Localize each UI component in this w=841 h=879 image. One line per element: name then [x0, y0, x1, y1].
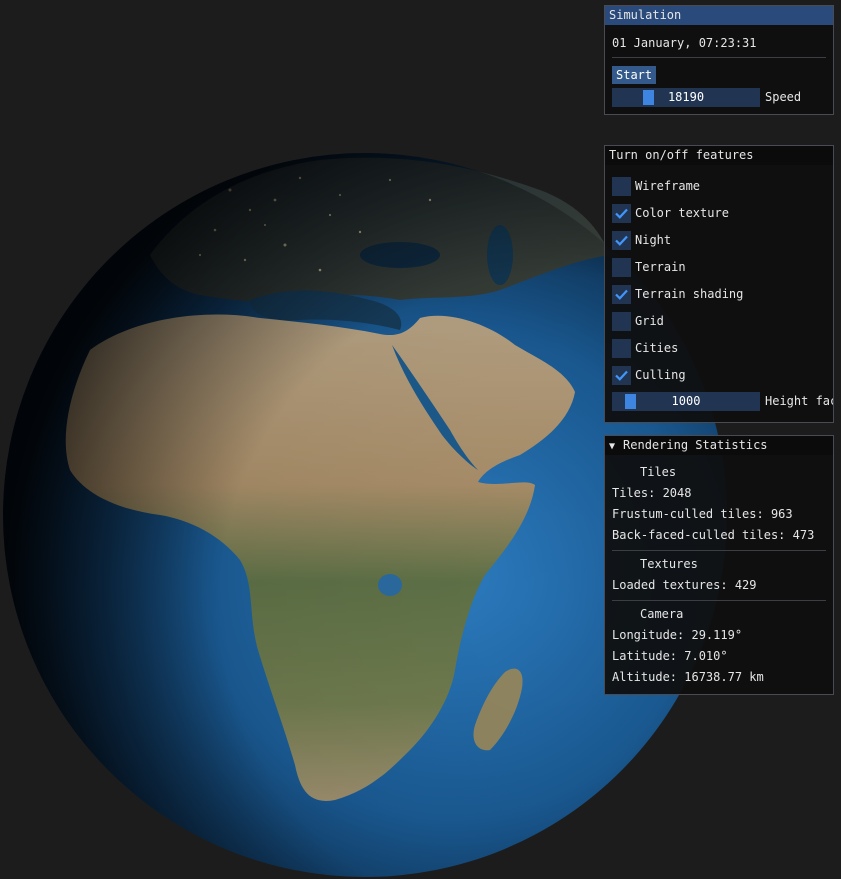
height-factor-value: 1000 [671, 394, 701, 408]
camera-latitude: Latitude: 7.010° [612, 649, 728, 663]
checkbox-label: Culling [635, 368, 686, 382]
camera-header: Camera [640, 607, 684, 621]
speed-value: 18190 [667, 90, 705, 104]
backface-culled-count: Back-faced-culled tiles: 473 [612, 528, 815, 542]
speed-label: Speed [765, 90, 802, 104]
collapse-triangle-icon[interactable]: ▼ [609, 438, 615, 455]
checkmark-icon [615, 235, 628, 246]
checkbox[interactable] [612, 285, 631, 304]
feature-toggle-color-texture[interactable]: Color texture [612, 204, 822, 223]
checkbox-label: Wireframe [635, 179, 701, 193]
feature-toggle-terrain[interactable]: Terrain [612, 258, 822, 277]
checkbox[interactable] [612, 258, 631, 277]
simulation-title[interactable]: Simulation [605, 6, 833, 25]
checkmark-icon [615, 370, 628, 381]
stats-title: Rendering Statistics [623, 438, 768, 452]
camera-longitude: Longitude: 29.119° [612, 628, 743, 642]
checkbox[interactable] [612, 177, 631, 196]
checkbox-label: Terrain [635, 260, 686, 274]
checkbox-label: Grid [635, 314, 664, 328]
height-factor-slider[interactable]: 1000 [612, 392, 760, 411]
stats-titlebar[interactable]: ▼ Rendering Statistics [605, 436, 833, 455]
checkbox-label: Night [635, 233, 672, 247]
frustum-culled-count: Frustum-culled tiles: 963 [612, 507, 793, 521]
feature-toggle-cities[interactable]: Cities [612, 339, 822, 358]
tiles-header: Tiles [640, 465, 677, 479]
start-button[interactable]: Start [612, 66, 657, 84]
feature-toggle-culling[interactable]: Culling [612, 366, 822, 385]
features-window[interactable]: Turn on/off features Wireframe Color text… [604, 145, 834, 423]
feature-toggle-wireframe[interactable]: Wireframe [612, 177, 822, 196]
divider [612, 550, 826, 551]
loaded-textures-count: Loaded textures: 429 [612, 578, 757, 592]
simulation-window[interactable]: Simulation 01 January, 07:23:31 Start 18… [604, 5, 834, 115]
checkbox[interactable] [612, 231, 631, 250]
stats-window[interactable]: ▼ Rendering Statistics Tiles Tiles: 2048 … [604, 435, 834, 695]
checkbox-label: Cities [635, 341, 679, 355]
checkbox-label: Terrain shading [635, 287, 744, 301]
feature-toggle-grid[interactable]: Grid [612, 312, 822, 331]
divider [612, 600, 826, 601]
features-title[interactable]: Turn on/off features [605, 146, 833, 165]
checkbox[interactable] [612, 339, 631, 358]
textures-header: Textures [640, 557, 698, 571]
feature-toggle-terrain-shading[interactable]: Terrain shading [612, 285, 822, 304]
checkbox-label: Color texture [635, 206, 729, 220]
camera-altitude: Altitude: 16738.77 km [612, 670, 764, 684]
checkbox[interactable] [612, 366, 631, 385]
simulation-datetime: 01 January, 07:23:31 [612, 36, 757, 50]
height-factor-label: Height factor [765, 394, 833, 408]
divider [612, 57, 826, 58]
checkmark-icon [615, 289, 628, 300]
speed-slider[interactable]: 18190 [612, 88, 760, 107]
feature-toggle-night[interactable]: Night [612, 231, 822, 250]
checkmark-icon [615, 208, 628, 219]
checkbox[interactable] [612, 204, 631, 223]
tiles-count: Tiles: 2048 [612, 486, 692, 500]
checkbox[interactable] [612, 312, 631, 331]
